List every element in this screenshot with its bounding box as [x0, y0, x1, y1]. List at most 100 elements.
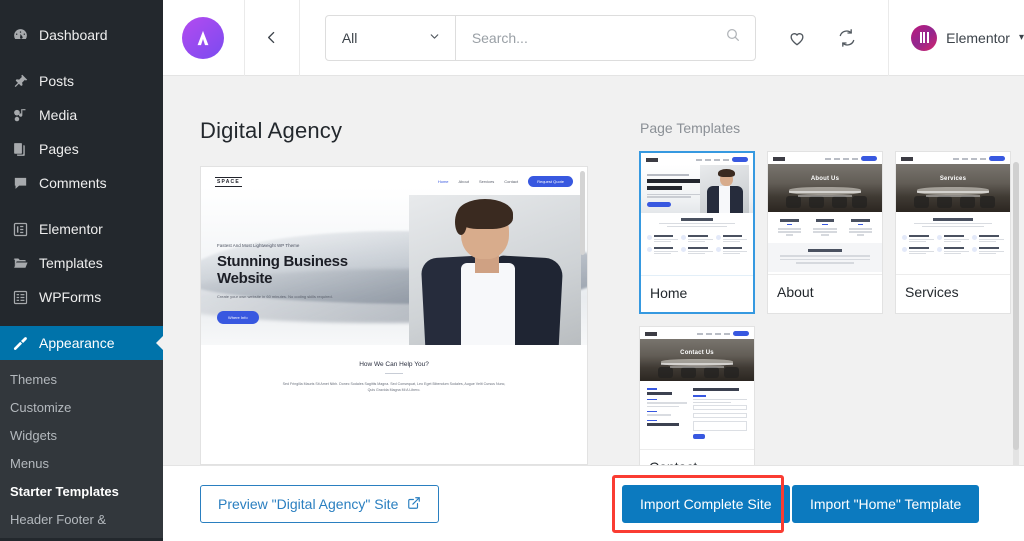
category-filter-value: All	[341, 29, 358, 46]
comment-icon	[10, 173, 30, 193]
chevron-down-icon	[428, 30, 441, 46]
sidebar-subitem-themes[interactable]: Themes	[0, 366, 163, 394]
help-divider	[385, 373, 403, 374]
form-icon	[10, 287, 30, 307]
about-banner: About Us	[768, 164, 882, 212]
preview-site-label: Preview "Digital Agency" Site	[218, 496, 399, 512]
contact-banner: Contact Us	[640, 339, 754, 381]
sidebar-item-label: Templates	[39, 255, 103, 271]
sidebar-item-label: WPForms	[39, 289, 102, 305]
site-preview-render: SPACE Home About Services Contact Reques…	[201, 167, 587, 464]
sidebar-item-posts[interactable]: Posts	[0, 64, 163, 98]
search-icon[interactable]	[725, 27, 741, 48]
media-icon	[10, 105, 30, 125]
hero-kicker: Fastest And Most Lightweight WP Theme	[217, 243, 300, 248]
template-thumb-contact: Contact Us	[640, 327, 754, 449]
import-home-template-button[interactable]: Import "Home" Template	[792, 485, 980, 523]
sidebar-item-label: Elementor	[39, 221, 103, 237]
heart-icon	[790, 32, 804, 45]
template-thumb-services: Services	[896, 152, 1010, 274]
services-banner-title: Services	[939, 176, 967, 183]
dashboard-icon	[10, 25, 30, 45]
preview-cta-button: Request Quote	[528, 176, 573, 187]
services-banner: Services	[896, 164, 1010, 212]
folder-icon	[10, 253, 30, 273]
preview-nav-about: About	[458, 179, 469, 184]
hero-headline: Stunning Business Website	[217, 253, 348, 287]
preview-nav-home: Home	[437, 179, 449, 184]
import-home-template-label: Import "Home" Template	[810, 496, 962, 512]
app-toolbar: All Search... Elementor ▾	[163, 0, 1024, 76]
sidebar-item-label: Posts	[39, 73, 75, 89]
template-card-label: Services	[896, 274, 1010, 311]
sidebar-item-label: Appearance	[39, 335, 115, 351]
sidebar-item-label: Dashboard	[39, 27, 108, 43]
action-bar: Preview "Digital Agency" Site Import Com…	[163, 465, 1024, 541]
site-preview-card[interactable]: SPACE Home About Services Contact Reques…	[200, 166, 588, 465]
sidebar-subitem-widgets[interactable]: Widgets	[0, 422, 163, 450]
appearance-submenu: Themes Customize Widgets Menus Starter T…	[0, 360, 163, 538]
pin-icon	[10, 71, 30, 91]
template-card-label: About	[768, 274, 882, 311]
page-title: Digital Agency	[200, 118, 343, 143]
page-builder-selector[interactable]: Elementor ▾	[889, 24, 1024, 51]
elementor-logo-icon	[911, 24, 938, 51]
search-bar: All Search...	[324, 14, 757, 61]
search-input-wrap[interactable]: Search...	[456, 16, 755, 60]
sidebar-subitem-starter-templates[interactable]: Starter Templates	[0, 478, 163, 506]
sidebar-item-media[interactable]: Media	[0, 98, 163, 132]
preview-scrollbar[interactable]	[580, 171, 585, 255]
external-link-icon	[407, 496, 421, 513]
sidebar-item-label: Media	[39, 107, 78, 123]
preview-help-section: How We Can Help You? Sed Fringilla Mauri…	[201, 345, 587, 393]
template-card-contact[interactable]: Contact Us	[639, 326, 755, 487]
astra-logo	[182, 16, 225, 59]
help-heading: How We Can Help You?	[359, 361, 429, 368]
refresh-icon	[839, 28, 855, 47]
page-scrollbar-thumb[interactable]	[1013, 162, 1019, 450]
template-thumb-home	[641, 153, 753, 275]
sidebar-subitem-customize[interactable]: Customize	[0, 394, 163, 422]
favorites-button[interactable]	[778, 19, 816, 57]
preview-nav: SPACE Home About Services Contact Reques…	[201, 167, 587, 187]
brush-icon	[10, 333, 30, 353]
sidebar-item-wpforms[interactable]: WPForms	[0, 280, 163, 314]
sync-button[interactable]	[828, 19, 866, 57]
wordpress-admin-screen: Dashboard Posts Media Pages Comments Ele…	[0, 0, 1024, 541]
back-button[interactable]	[245, 0, 300, 76]
category-filter-select[interactable]: All	[326, 15, 456, 60]
template-card-home[interactable]: Home	[639, 151, 755, 314]
page-templates-grid: Home About Us About Services Services Co…	[639, 151, 1011, 487]
sidebar-item-label: Comments	[39, 175, 107, 191]
template-card-label: Home	[641, 275, 753, 312]
about-banner-title: About Us	[810, 176, 840, 183]
page-builder-name: Elementor	[946, 29, 1010, 46]
sidebar-subitem-header-footer-blocks[interactable]: Header Footer &	[0, 506, 163, 534]
hero-person-photo	[409, 195, 581, 345]
sidebar-item-pages[interactable]: Pages	[0, 132, 163, 166]
import-complete-site-label: Import Complete Site	[640, 496, 772, 512]
template-card-about[interactable]: About Us About	[767, 151, 883, 314]
search-input[interactable]: Search...	[472, 30, 528, 46]
contact-banner-title: Contact Us	[680, 349, 714, 356]
page-templates-label: Page Templates	[640, 120, 741, 136]
sidebar-subitem-menus[interactable]: Menus	[0, 450, 163, 478]
sidebar-item-appearance[interactable]: Appearance	[0, 326, 163, 360]
hero-button: Where Info	[217, 311, 259, 324]
preview-nav-services: Services	[478, 179, 495, 184]
sidebar-item-templates[interactable]: Templates	[0, 246, 163, 280]
template-thumb-about: About Us	[768, 152, 882, 274]
preview-hero: Fastest And Most Lightweight WP Theme St…	[201, 187, 587, 345]
sidebar-item-elementor[interactable]: Elementor	[0, 212, 163, 246]
hero-text-block: Fastest And Most Lightweight WP Theme St…	[217, 243, 367, 324]
hero-subtext: Create your own website in 60 minutes. N…	[217, 294, 333, 299]
sidebar-item-comments[interactable]: Comments	[0, 166, 163, 200]
preview-site-button[interactable]: Preview "Digital Agency" Site	[200, 485, 440, 523]
sidebar-item-dashboard[interactable]: Dashboard	[0, 18, 163, 52]
starter-templates-app: All Search... Elementor ▾ Digital Agency…	[163, 0, 1024, 541]
help-text: Sed Fringilla Mauris Sit Amet Nibh. Done…	[282, 382, 506, 392]
pages-icon	[10, 139, 30, 159]
preview-logo: SPACE	[215, 176, 242, 187]
template-card-services[interactable]: Services Services	[895, 151, 1011, 314]
import-complete-site-button[interactable]: Import Complete Site	[622, 485, 790, 523]
